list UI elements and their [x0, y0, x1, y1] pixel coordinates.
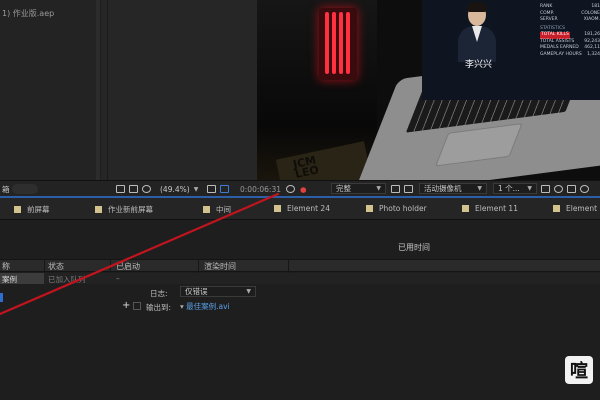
person-photo: [456, 0, 498, 62]
render-item-status: 已加入队列: [48, 275, 86, 284]
chevron-down-icon: ▼: [477, 185, 482, 192]
composition-viewer[interactable]: JCM LEO 李兴兴 RANK 181 COMP. COLONE SERVER XI…: [257, 0, 600, 180]
watermark-logo: 喧: [565, 356, 593, 384]
composition-tabs: 前屏幕 作业新前屏幕 中间 Element 24 Photo holder El…: [0, 198, 600, 220]
col-name[interactable]: 称: [2, 261, 10, 272]
effects-panel: [101, 0, 257, 188]
tab-comp-6[interactable]: Element 11: [462, 204, 518, 213]
views-dropdown[interactable]: 1 个... ▼: [493, 183, 537, 194]
comp-color-icon: [553, 205, 560, 212]
tab-comp-7[interactable]: Element: [553, 204, 597, 213]
project-file-name[interactable]: 1) 作业版.aep: [2, 8, 54, 19]
red-neon-light: [319, 8, 357, 80]
panel-tab[interactable]: [12, 184, 38, 194]
comp-color-icon: [366, 205, 373, 212]
color-channels-icon[interactable]: ●: [300, 185, 307, 194]
project-panel: 1) 作业版.aep: [0, 0, 100, 188]
log-dropdown[interactable]: 仅错误 ▼: [180, 286, 256, 297]
mask-icon[interactable]: [142, 185, 151, 193]
project-scrollbar[interactable]: [96, 0, 100, 188]
region-icon[interactable]: [207, 185, 216, 193]
panel-divider[interactable]: [107, 0, 108, 188]
output-to-dropdown[interactable]: ▾ 最佳案例.avi: [180, 301, 230, 312]
transparency-grid-icon[interactable]: [220, 185, 229, 193]
log-setting: 日志:: [150, 289, 168, 298]
tab-comp-5[interactable]: Photo holder: [366, 204, 427, 213]
zoom-dropdown[interactable]: (49.4%) ▼: [160, 183, 198, 195]
col-status[interactable]: 状态: [48, 261, 64, 272]
render-item-row[interactable]: 案例 已加入队列 –: [0, 273, 600, 284]
tab-comp-2[interactable]: 作业新前屏幕: [95, 204, 153, 215]
resolution-dropdown[interactable]: 完整 ▼: [331, 183, 386, 194]
render-item-started: –: [116, 274, 120, 283]
comp-color-icon: [14, 206, 21, 213]
timecode[interactable]: 0:00:06:31: [240, 183, 281, 195]
comp-color-icon: [203, 206, 210, 213]
tab-comp-4[interactable]: Element 24: [274, 204, 330, 213]
share-icon[interactable]: [567, 185, 576, 193]
comp-color-icon: [95, 206, 102, 213]
tab-comp-3[interactable]: 中间: [203, 204, 231, 215]
chevron-down-icon: ▼: [527, 185, 532, 192]
output-file-link[interactable]: 最佳案例.avi: [186, 302, 230, 311]
render-item-name[interactable]: 案例: [2, 274, 17, 285]
laptop-trackpad: [435, 123, 523, 167]
viewer-toolbar: 箱 (49.4%) ▼ 0:00:06:31 ● 完整 ▼ 活动摄像机 ▼ 1 个..…: [0, 180, 600, 196]
fast-preview-icon[interactable]: [391, 185, 400, 193]
add-output-button[interactable]: +: [122, 300, 130, 311]
comp-color-icon: [462, 205, 469, 212]
toggle-grid-icon[interactable]: [404, 185, 413, 193]
reset-exposure-icon[interactable]: [541, 185, 550, 193]
elapsed-time-label: 已用时间: [398, 243, 430, 252]
camera-icon[interactable]: [286, 185, 295, 193]
chevron-down-icon: ▼: [246, 288, 251, 295]
stats-panel: RANK 181 COMP. COLONE SERVER XIAOM. STATIST…: [540, 4, 600, 57]
chevron-down-icon: ▾: [180, 302, 184, 311]
minus-button[interactable]: [133, 302, 141, 312]
tab-comp-1[interactable]: 前屏幕: [14, 204, 50, 215]
player-name: 李兴兴: [465, 60, 493, 70]
3d-renderer-icon[interactable]: [580, 185, 589, 193]
panel-label: 箱: [2, 184, 10, 194]
monitor-screen: 李兴兴 RANK 181 COMP. COLONE SERVER XIAOM. STA…: [422, 0, 600, 100]
output-to-label: 输出到:: [146, 303, 172, 312]
render-queue-header: 称 状态 已启动 渲染时间: [0, 259, 600, 273]
col-started[interactable]: 已启动: [116, 261, 140, 272]
comp-color-icon: [274, 205, 281, 212]
monitor-icon[interactable]: [116, 185, 125, 193]
col-render-time[interactable]: 渲染时间: [204, 261, 236, 272]
selection-marker: [0, 293, 3, 302]
exposure-icon[interactable]: [554, 185, 563, 193]
chevron-down-icon: ▼: [376, 185, 381, 192]
chevron-down-icon: ▼: [193, 185, 199, 193]
box-label: JCM LEO: [291, 153, 321, 180]
camera-dropdown[interactable]: 活动摄像机 ▼: [419, 183, 487, 194]
render-queue-panel: 已用时间 称 状态 已启动 渲染时间 案例 已加入队列 – 日志: 仅错误 ▼ +…: [0, 220, 600, 400]
snapshot-icon[interactable]: [129, 185, 138, 193]
